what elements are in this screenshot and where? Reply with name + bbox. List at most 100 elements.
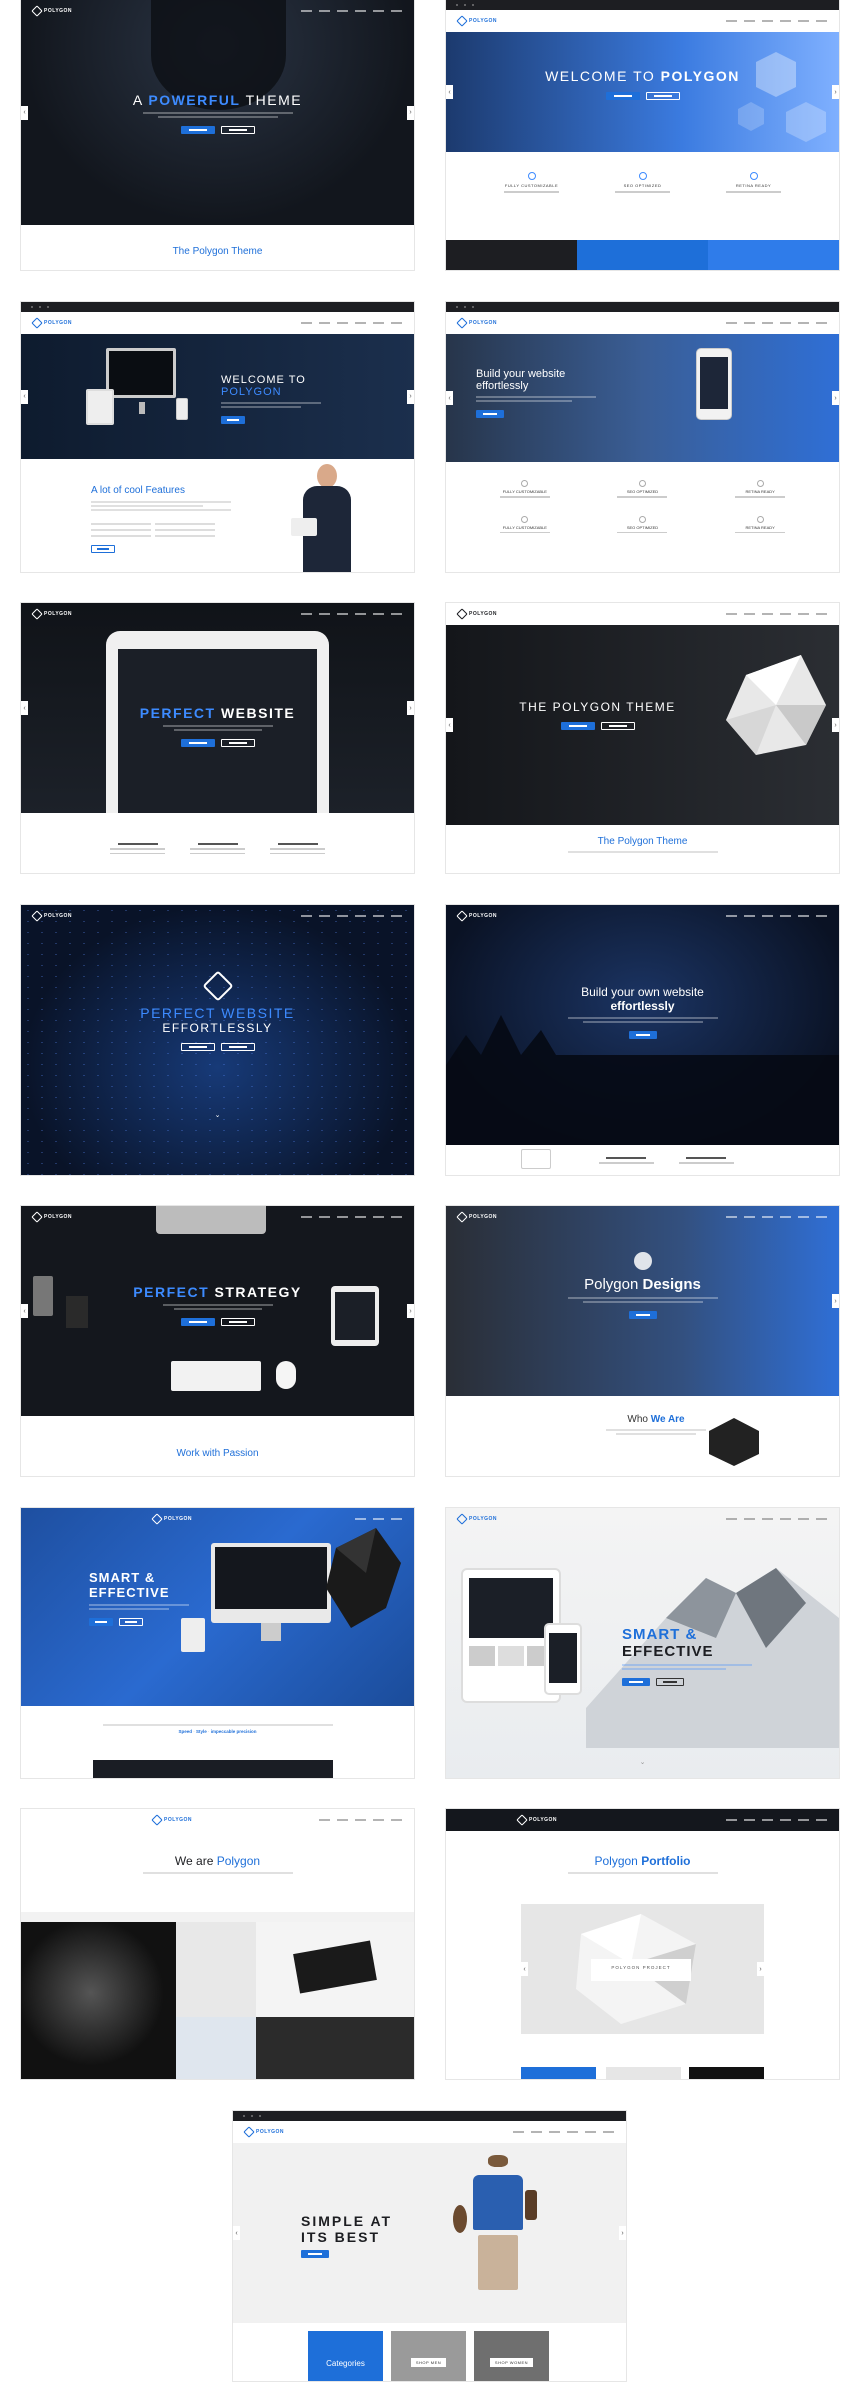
logo[interactable]: POLYGON <box>456 317 497 329</box>
chevron-right-icon[interactable]: › <box>832 1294 839 1308</box>
hero-secondary-button[interactable] <box>119 1618 143 1626</box>
polygon-logo-icon <box>31 5 43 17</box>
hero-primary-button[interactable] <box>180 1043 215 1051</box>
theme-preview-7[interactable]: POLYGON PERFECT WEBSITE EFFORTLESSLY ⌄ <box>21 905 414 1175</box>
chevron-right-icon[interactable]: › <box>407 105 414 120</box>
hero-button[interactable] <box>628 1311 657 1319</box>
hero-button[interactable] <box>221 416 245 424</box>
theme-preview-6[interactable]: POLYGON THE POLYGON THEME ‹ › The Polygo… <box>446 603 839 873</box>
logo[interactable]: POLYGON <box>31 1211 72 1223</box>
hero-primary-button[interactable] <box>560 722 595 730</box>
hero-primary-button[interactable] <box>180 739 215 747</box>
shop-women-tile[interactable]: SHOP WOMEN <box>474 2331 549 2381</box>
portfolio-tile[interactable] <box>689 2067 764 2079</box>
chevron-right-icon[interactable]: › <box>407 1304 414 1318</box>
portfolio-tile[interactable] <box>521 2067 596 2079</box>
nav-menu[interactable] <box>726 322 827 324</box>
logo[interactable]: POLYGON <box>456 608 497 620</box>
hero-secondary-button[interactable] <box>220 1318 255 1326</box>
theme-preview-5[interactable]: POLYGON PERFECT WEBSITE ‹ › <box>21 603 414 873</box>
theme-preview-3[interactable]: POLYGON WELCOME TO POLYGON ‹ › A lot of … <box>21 302 414 572</box>
chevron-left-icon[interactable]: ‹ <box>21 105 28 120</box>
chevron-right-icon[interactable]: › <box>832 391 839 405</box>
logo[interactable]: POLYGON <box>151 1513 192 1525</box>
hero-button[interactable] <box>476 410 504 418</box>
hero-secondary-button[interactable] <box>600 722 635 730</box>
chevron-right-icon[interactable]: › <box>832 85 839 99</box>
chevron-left-icon[interactable]: ‹ <box>21 701 28 715</box>
chevron-right-icon[interactable]: › <box>407 389 414 404</box>
logo[interactable]: POLYGON <box>31 317 72 329</box>
logo[interactable]: POLYGON <box>456 1211 497 1223</box>
logo[interactable]: POLYGON <box>31 910 72 922</box>
chevron-left-icon[interactable]: ‹ <box>446 391 453 405</box>
portfolio-slider[interactable]: POLYGON PROJECT ‹ › <box>521 1904 764 2034</box>
theme-preview-9[interactable]: POLYGON PERFECT STRATEGY ‹ › Work with P… <box>21 1206 414 1476</box>
theme-preview-10[interactable]: POLYGON Polygon Designs › Who We Are <box>446 1206 839 1476</box>
logo[interactable]: POLYGON <box>456 15 497 27</box>
logo[interactable]: POLYGON <box>243 2126 284 2138</box>
shop-now-button[interactable] <box>301 2250 329 2258</box>
portfolio-filter[interactable] <box>21 1912 414 1922</box>
nav-menu[interactable] <box>726 20 827 22</box>
theme-preview-14[interactable]: POLYGON Polygon Portfolio POLYGON PROJEC… <box>446 1809 839 2079</box>
hero-primary-button[interactable] <box>622 1678 650 1686</box>
theme-preview-12[interactable]: POLYGON SMART & EFFECTIVE ⌄ <box>446 1508 839 1778</box>
chevron-left-icon[interactable]: ‹ <box>21 389 28 404</box>
chevron-down-icon[interactable]: ⌄ <box>446 1758 839 1766</box>
nav-menu[interactable] <box>301 613 402 615</box>
nav-menu[interactable] <box>726 1819 827 1821</box>
hero-button[interactable] <box>628 1031 657 1039</box>
gallery-card-tile[interactable] <box>256 1922 414 2017</box>
read-more-button[interactable] <box>91 545 115 553</box>
navbar: POLYGON <box>446 1809 839 1831</box>
chevron-right-icon[interactable]: › <box>832 718 839 732</box>
shop-men-tile[interactable]: SHOP MEN <box>391 2331 466 2381</box>
nav-menu[interactable] <box>301 915 402 917</box>
logo[interactable]: POLYGON <box>516 1814 557 1826</box>
logo[interactable]: POLYGON <box>151 1814 192 1826</box>
hero-primary-button[interactable] <box>605 92 640 100</box>
gallery-notebook-tile[interactable] <box>256 2017 414 2079</box>
logo[interactable]: POLYGON <box>31 608 72 620</box>
gallery-sphere-tile[interactable] <box>21 1922 176 2079</box>
nav-menu[interactable] <box>319 1819 402 1821</box>
theme-preview-13[interactable]: POLYGON We are Polygon <box>21 1809 414 2079</box>
chevron-left-icon[interactable]: ‹ <box>521 1962 528 1976</box>
hero-secondary-button[interactable] <box>220 1043 255 1051</box>
hero-secondary-button[interactable] <box>645 92 680 100</box>
nav-menu[interactable] <box>726 1216 827 1218</box>
theme-preview-2[interactable]: POLYGON WELCOME TO POLYGON ‹ › FULLY CUS… <box>446 0 839 270</box>
gallery-blueprint-tile[interactable] <box>176 2017 256 2079</box>
hero-primary-button[interactable] <box>180 126 215 134</box>
nav-menu[interactable] <box>355 1518 402 1520</box>
chevron-right-icon[interactable]: › <box>757 1962 764 1976</box>
theme-preview-4[interactable]: POLYGON Build your website effortlessly … <box>446 302 839 572</box>
chevron-left-icon[interactable]: ‹ <box>233 2226 240 2240</box>
chevron-left-icon[interactable]: ‹ <box>446 85 453 99</box>
logo[interactable]: POLYGON <box>31 5 72 17</box>
chevron-down-icon[interactable]: ⌄ <box>21 1111 414 1119</box>
theme-preview-1[interactable]: POLYGON A POWERFUL THEME ‹ › The Polygon… <box>21 0 414 270</box>
chevron-right-icon[interactable]: › <box>407 701 414 715</box>
nav-menu[interactable] <box>301 10 402 12</box>
hero-primary-button[interactable] <box>89 1618 113 1626</box>
chevron-left-icon[interactable]: ‹ <box>21 1304 28 1318</box>
theme-preview-15[interactable]: POLYGON SIMPLE AT ITS BEST ‹ › Categorie… <box>233 2111 626 2381</box>
theme-preview-11[interactable]: POLYGON SMART & EFFECTIVE Speed · Style … <box>21 1508 414 1778</box>
category-tile[interactable]: Categories <box>308 2331 383 2381</box>
nav-menu[interactable] <box>301 322 402 324</box>
nav-menu[interactable] <box>513 2131 614 2133</box>
gallery-paper-tile[interactable] <box>176 1922 256 2017</box>
hero-secondary-button[interactable] <box>220 126 255 134</box>
nav-menu[interactable] <box>301 1216 402 1218</box>
nav-menu[interactable] <box>726 613 827 615</box>
hero-secondary-button[interactable] <box>220 739 255 747</box>
chevron-right-icon[interactable]: › <box>619 2226 626 2240</box>
chevron-left-icon[interactable]: ‹ <box>446 718 453 732</box>
portfolio-tile[interactable] <box>606 2067 681 2079</box>
theme-preview-8[interactable]: POLYGON Build your own website effortles… <box>446 905 839 1175</box>
hero-secondary-button[interactable] <box>656 1678 684 1686</box>
feature-icon <box>749 172 758 180</box>
hero-primary-button[interactable] <box>180 1318 215 1326</box>
